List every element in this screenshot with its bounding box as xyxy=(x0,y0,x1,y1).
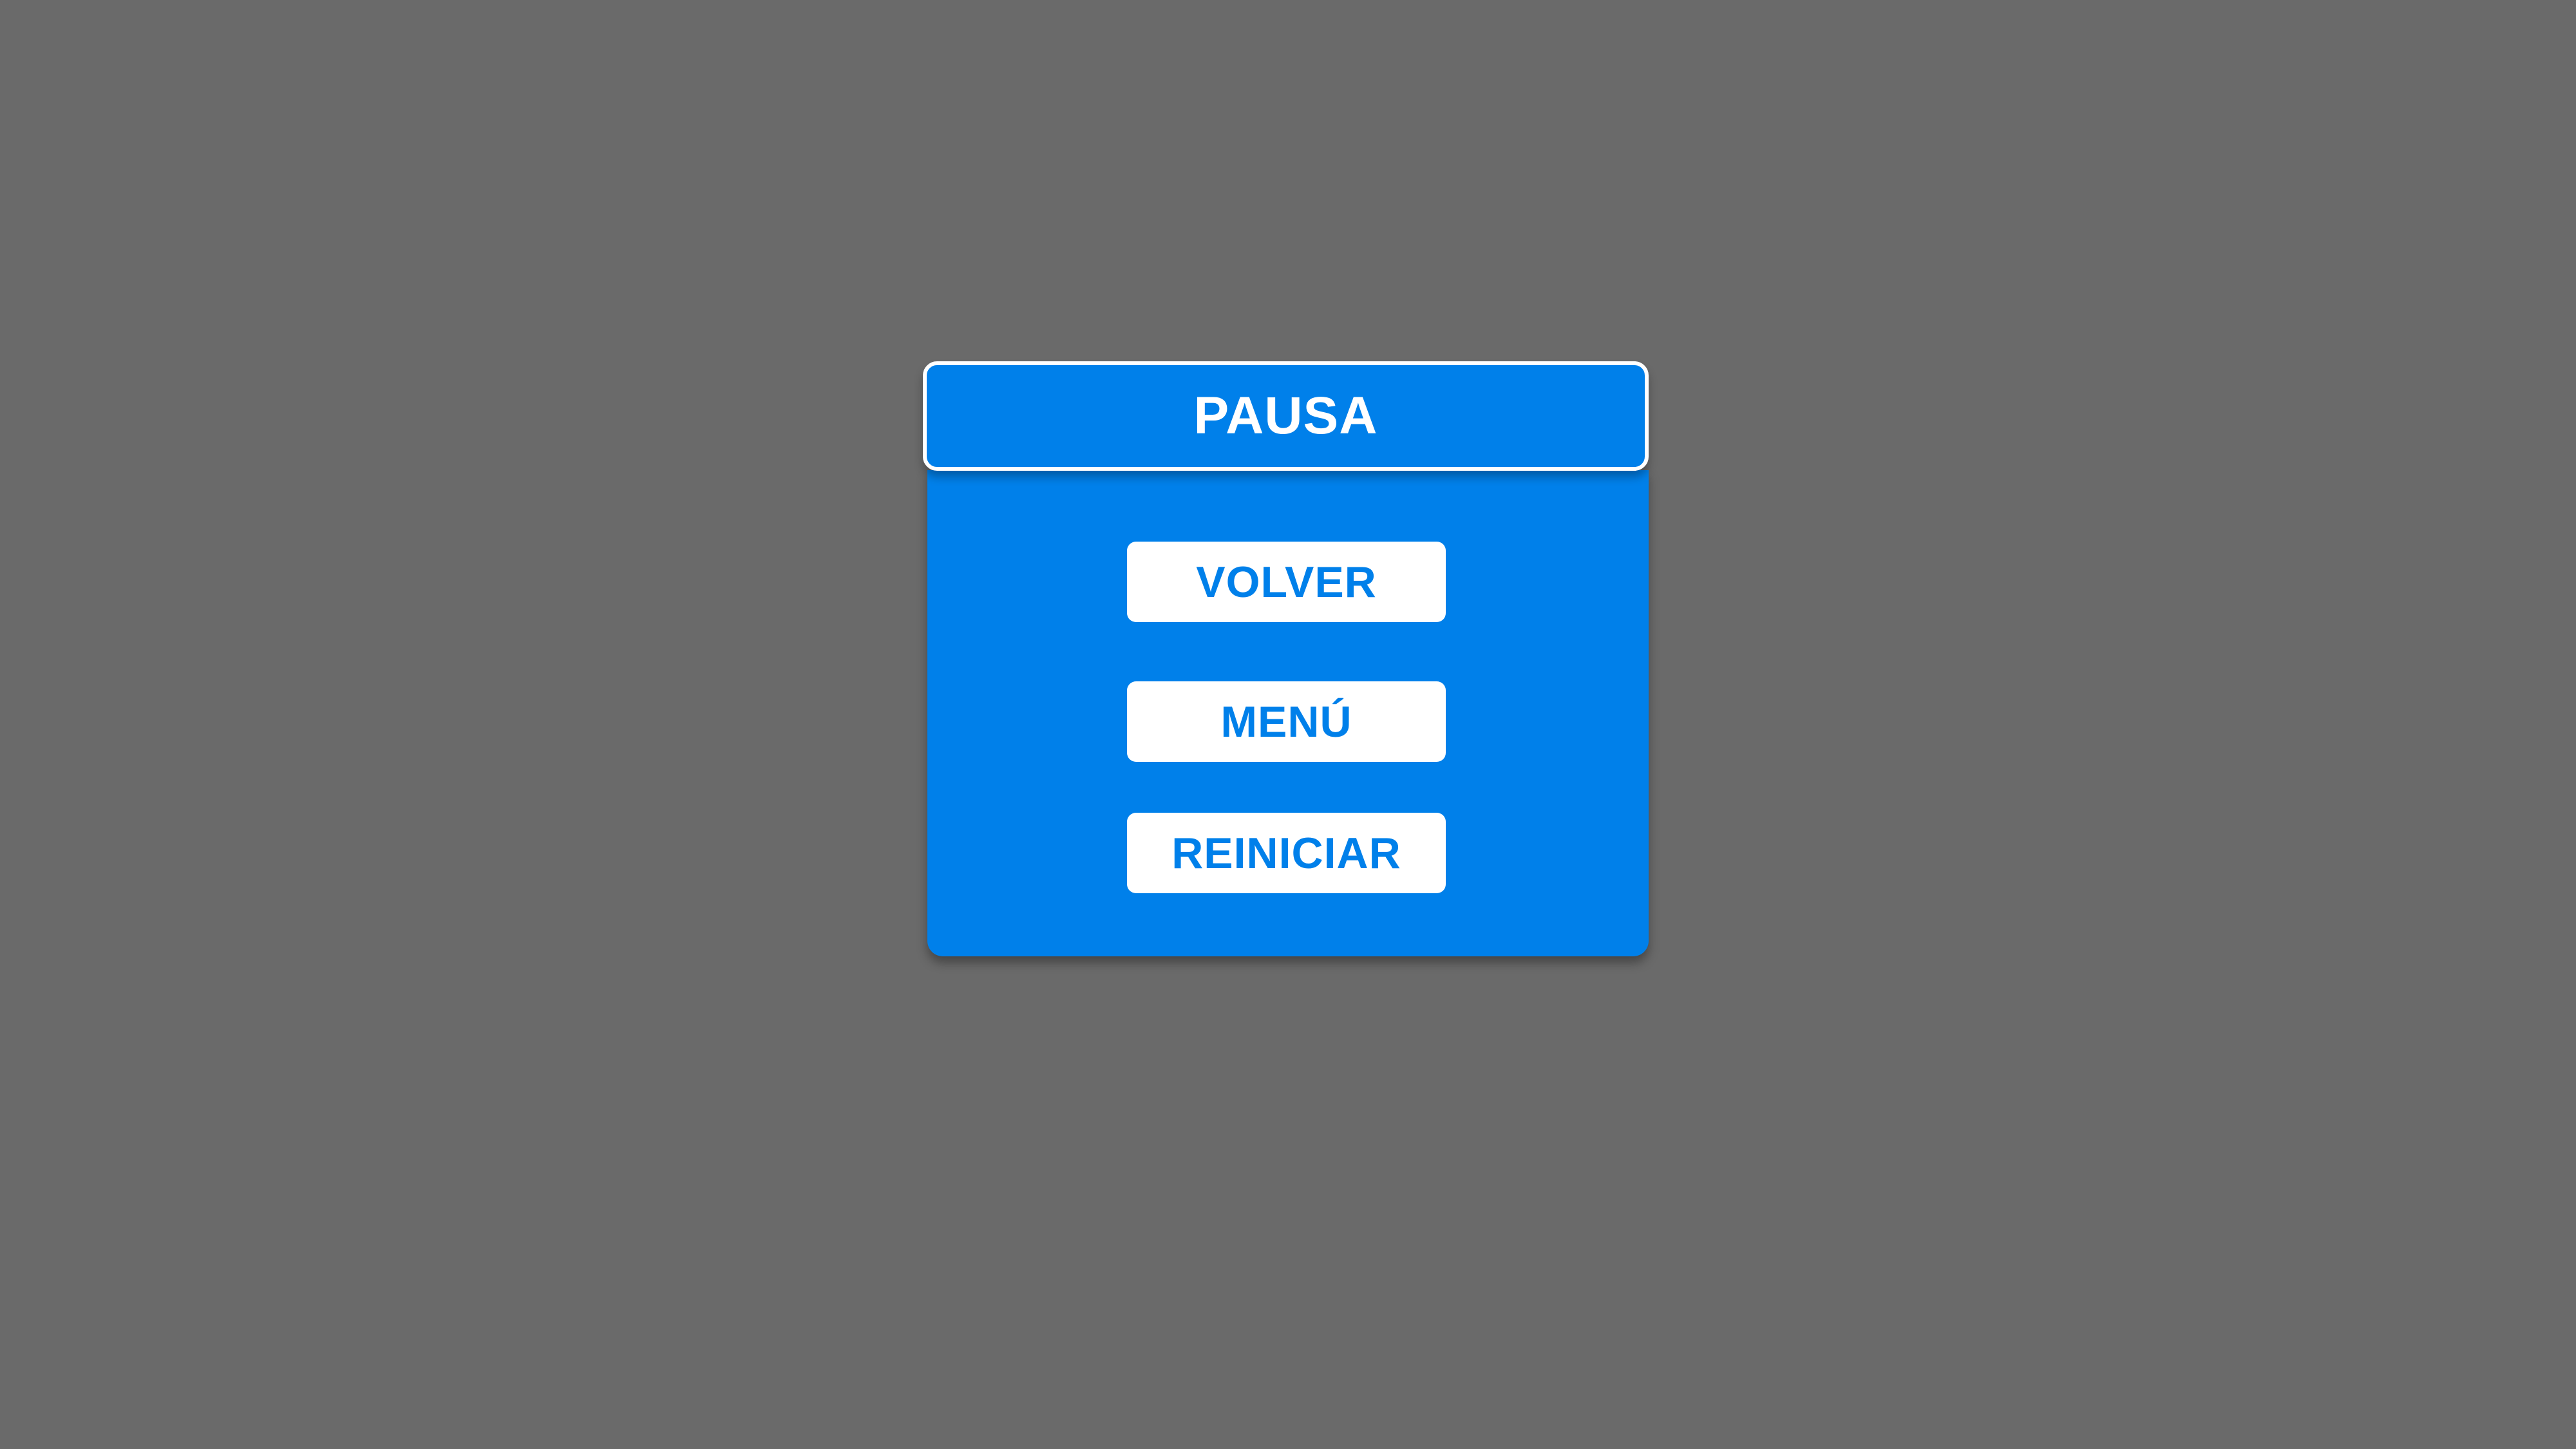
restart-button[interactable]: REINICIAR xyxy=(1127,813,1446,893)
main-menu-button-label: MENÚ xyxy=(1220,697,1352,746)
pause-title: PAUSA xyxy=(1193,386,1378,445)
main-menu-button[interactable]: MENÚ xyxy=(1127,681,1446,762)
restart-button-label: REINICIAR xyxy=(1171,828,1401,878)
game-screen: PAUSA VOLVER MENÚ REINICIAR xyxy=(0,0,2576,1449)
pause-header: PAUSA xyxy=(923,361,1649,471)
resume-button[interactable]: VOLVER xyxy=(1127,542,1446,622)
resume-button-label: VOLVER xyxy=(1196,557,1377,607)
